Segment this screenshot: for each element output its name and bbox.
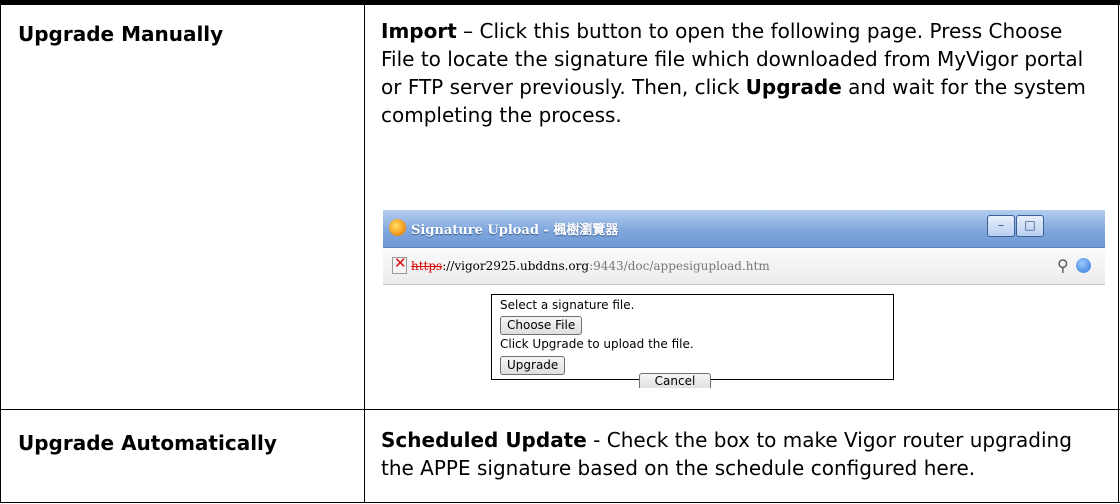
- cancel-button[interactable]: Cancel: [639, 373, 711, 388]
- upgrade-button[interactable]: Upgrade: [500, 356, 566, 375]
- upload-form: Select a signature file. Choose File Cli…: [491, 294, 894, 380]
- browser-logo-icon: [389, 219, 406, 236]
- row-desc-upgrade-manually: Import – Click this button to open the f…: [381, 17, 1101, 129]
- url-scheme: https: [411, 259, 443, 273]
- term-import: Import: [381, 19, 457, 43]
- restore-icon[interactable]: □: [1016, 215, 1044, 237]
- select-file-label: Select a signature file.: [500, 298, 635, 312]
- url-path: :9443/doc/appesigupload.htm: [589, 259, 770, 273]
- upgrade-instruction-label: Click Upgrade to upload the file.: [500, 337, 694, 351]
- window-title: Signature Upload - 楓樹瀏覽器: [411, 223, 619, 238]
- url-host: ://vigor2925.ubddns.org: [442, 259, 590, 273]
- term-scheduled-update: Scheduled Update: [381, 428, 587, 452]
- term-separator: -: [586, 428, 607, 452]
- table-top-border: [0, 0, 1120, 5]
- refresh-icon[interactable]: [1076, 258, 1091, 273]
- signature-upload-window-screenshot: Signature Upload - 楓樹瀏覽器 – □ ✕ https://v…: [383, 210, 1105, 388]
- table-bottom-border: [0, 502, 1120, 503]
- row-divider: [0, 409, 1120, 410]
- table-right-border: [1118, 0, 1119, 503]
- zoom-icon[interactable]: ⚲: [1057, 256, 1069, 275]
- address-url[interactable]: https://vigor2925.ubddns.org:9443/doc/ap…: [411, 259, 770, 273]
- choose-file-button[interactable]: Choose File: [500, 316, 583, 335]
- document-table: Upgrade Manually Import – Click this but…: [0, 0, 1120, 503]
- address-bar: ✕ https://vigor2925.ubddns.org:9443/doc/…: [383, 248, 1105, 285]
- row-label-upgrade-automatically: Upgrade Automatically: [18, 431, 277, 455]
- row-desc-upgrade-automatically: Scheduled Update - Check the box to make…: [381, 426, 1101, 482]
- table-left-border: [0, 0, 1, 503]
- term-separator: –: [456, 19, 480, 43]
- row-label-upgrade-manually: Upgrade Manually: [18, 22, 224, 46]
- window-titlebar: Signature Upload - 楓樹瀏覽器 – □: [383, 210, 1105, 248]
- column-divider: [364, 0, 365, 503]
- certificate-error-icon: ✕: [392, 254, 407, 274]
- term-upgrade: Upgrade: [745, 75, 842, 99]
- minimize-icon[interactable]: –: [987, 215, 1015, 237]
